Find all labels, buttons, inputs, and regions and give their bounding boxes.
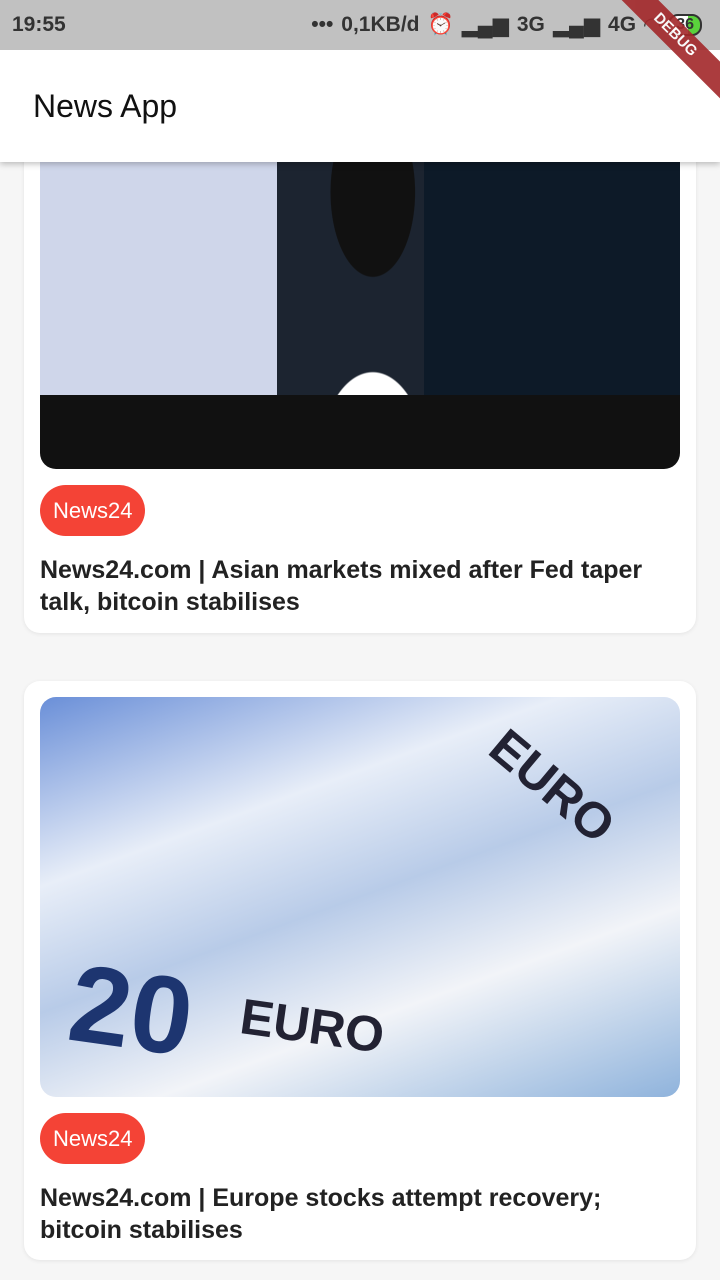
network-type: 4G	[608, 13, 637, 36]
page-title: News App	[33, 87, 178, 124]
network-type: 3G	[516, 13, 545, 36]
more-icon: •••	[311, 13, 334, 36]
source-badge: News24	[40, 485, 146, 536]
source-badge: News24	[40, 1113, 146, 1164]
article-title: News24.com | Europe stocks attempt recov…	[40, 1184, 602, 1244]
clock: 19:55	[12, 13, 66, 36]
app-bar: News App	[0, 50, 720, 162]
article-card[interactable]: News24 News24.com | Asian markets mixed …	[24, 100, 696, 633]
article-card[interactable]: 20 EURO EURO News24 News24.com | Europe …	[24, 681, 696, 1260]
signal-icon: ▂▄▆	[552, 13, 601, 37]
data-rate: 0,1KB/d	[341, 13, 420, 36]
status-bar: 19:55 ••• 0,1KB/d ⏰ ▂▄▆ 3G ▂▄▆ 4G ◠ 36	[0, 0, 720, 50]
signal-icon: ▂▄▆	[461, 13, 509, 37]
article-title: News24.com | Asian markets mixed after F…	[40, 556, 643, 616]
article-image: 20 EURO EURO	[40, 697, 680, 1097]
alarm-icon: ⏰	[427, 13, 454, 36]
